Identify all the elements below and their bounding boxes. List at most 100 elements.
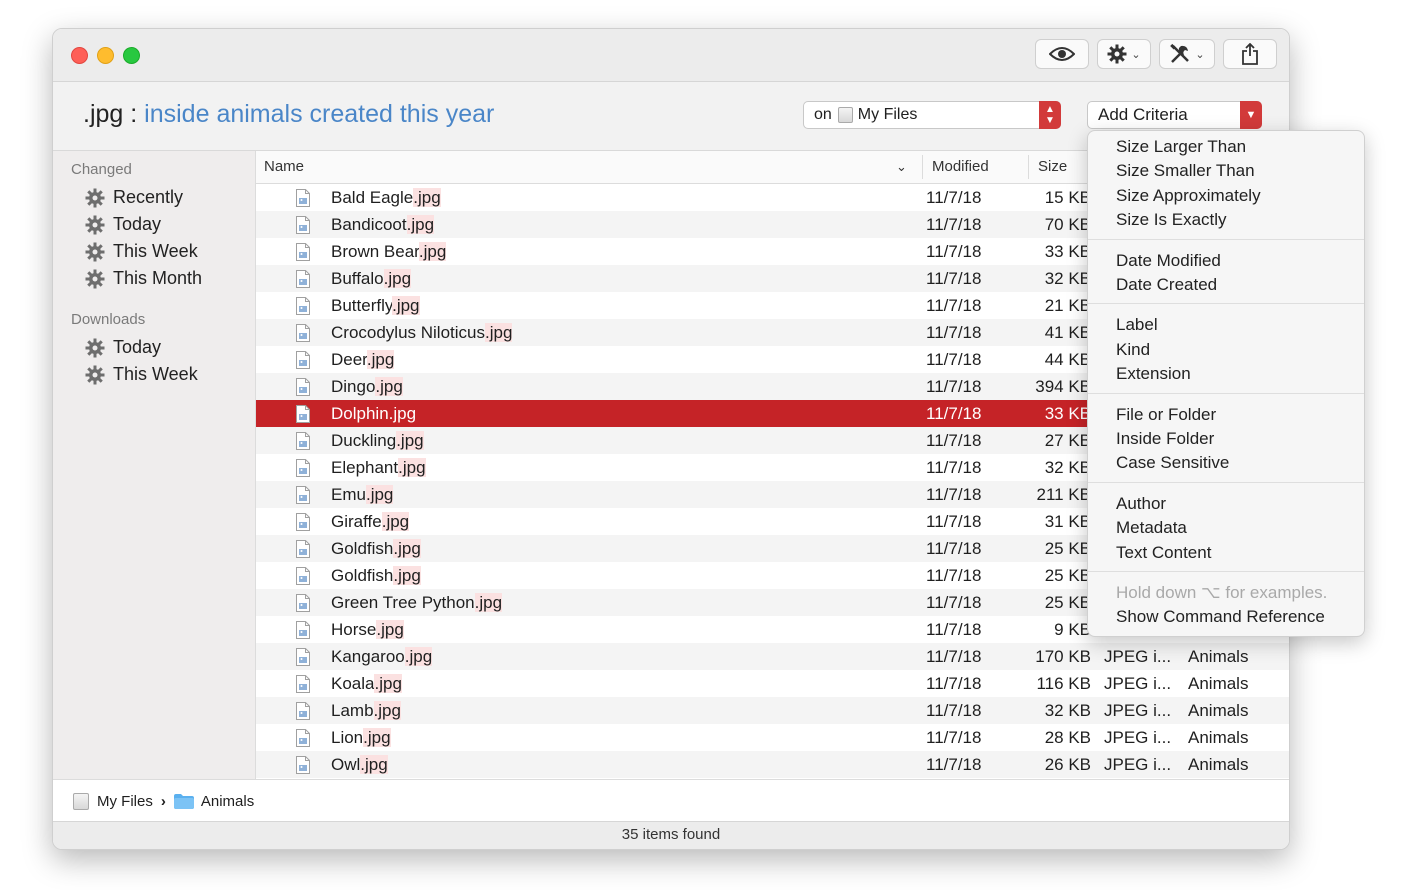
image-file-icon: [296, 756, 310, 774]
file-name-stem: Giraffe: [331, 512, 382, 531]
item-count: 35 items found: [621, 826, 721, 843]
folder-icon: [173, 793, 194, 809]
file-name-extension: .jpg: [388, 404, 417, 423]
file-kind: JPEG i...: [1104, 755, 1172, 774]
file-name-extension: .jpg: [392, 296, 420, 315]
share-button[interactable]: [1223, 39, 1277, 69]
file-name-extension: .jpg: [404, 647, 433, 666]
file-size: 170 KB: [1035, 647, 1091, 666]
sidebar-item-today[interactable]: Today: [85, 337, 161, 358]
file-name: Duckling.jpg: [331, 431, 424, 451]
file-modified: 11/7/18: [926, 269, 982, 288]
file-size: 25 KB: [1044, 593, 1091, 612]
menu-item-date-modified[interactable]: Date Modified: [1116, 251, 1221, 271]
sidebar-item-label: This Week: [113, 364, 198, 384]
menu-item-show-command-reference[interactable]: Show Command Reference: [1116, 607, 1325, 627]
file-kind: JPEG i...: [1104, 728, 1172, 747]
file-modified: 11/7/18: [926, 377, 982, 396]
file-size: 9 KB: [1054, 620, 1091, 639]
path-root[interactable]: My Files: [73, 792, 153, 810]
image-file-icon: [296, 567, 310, 585]
menu-item-text-content[interactable]: Text Content: [1116, 543, 1211, 563]
tools-menu-button[interactable]: ⌄: [1159, 39, 1215, 69]
image-file-icon: [296, 675, 310, 693]
file-where: Animals: [1188, 728, 1249, 747]
menu-item-size-is-exactly[interactable]: Size Is Exactly: [1116, 210, 1227, 230]
menu-item-date-created[interactable]: Date Created: [1116, 275, 1217, 295]
minimize-window-button[interactable]: [97, 47, 114, 64]
menu-item-metadata[interactable]: Metadata: [1116, 518, 1187, 538]
menu-item-case-sensitive[interactable]: Case Sensitive: [1116, 453, 1229, 473]
table-row[interactable]: Owl.jpg 11/7/18 26 KB JPEG i... Animals: [256, 751, 1289, 778]
column-modified[interactable]: Modified: [932, 158, 989, 175]
file-name-extension: .jpg: [366, 350, 395, 369]
sort-chevron-down-icon[interactable]: ⌄: [896, 159, 907, 175]
search-query[interactable]: .jpg : inside animals created this year: [83, 100, 494, 129]
path-root-label: My Files: [97, 792, 153, 810]
file-name: Goldfish.jpg: [331, 539, 421, 559]
add-criteria-menu: Size Larger Than Size Smaller Than Size Ap…: [1087, 130, 1365, 637]
file-name: Lamb.jpg: [331, 701, 401, 721]
file-name-extension: .jpg: [418, 242, 447, 261]
file-name: Horse.jpg: [331, 620, 404, 640]
menu-item-file-or-folder[interactable]: File or Folder: [1116, 405, 1216, 425]
search-scope-select[interactable]: on My Files ▲ ▼: [803, 101, 1061, 129]
zoom-window-button[interactable]: [123, 47, 140, 64]
menu-separator: [1088, 392, 1364, 394]
image-file-icon: [296, 378, 310, 396]
menu-item-extension[interactable]: Extension: [1116, 364, 1191, 384]
file-name-extension: .jpg: [374, 674, 402, 693]
file-name-extension: .jpg: [393, 539, 421, 558]
column-name[interactable]: Name: [264, 158, 304, 175]
menu-item-inside-folder[interactable]: Inside Folder: [1116, 429, 1214, 449]
menu-item-kind[interactable]: Kind: [1116, 340, 1150, 360]
column-size[interactable]: Size: [1038, 158, 1067, 175]
sidebar-item-this-month[interactable]: This Month: [85, 268, 202, 289]
file-modified: 11/7/18: [926, 350, 982, 369]
menu-separator: [1088, 238, 1364, 240]
menu-separator: [1088, 481, 1364, 483]
file-size: 41 KB: [1044, 323, 1091, 342]
file-name-stem: Goldfish: [331, 566, 394, 585]
add-criteria-select[interactable]: Add Criteria ▼: [1087, 101, 1262, 129]
file-size: 27 KB: [1044, 431, 1091, 450]
sidebar-item-recently[interactable]: Recently: [85, 187, 183, 208]
file-name-stem: Duckling: [331, 431, 397, 450]
close-window-button[interactable]: [71, 47, 88, 64]
image-file-icon: [296, 540, 310, 558]
image-file-icon: [296, 243, 310, 261]
file-name-stem: Bandicoot: [331, 215, 407, 234]
path-folder[interactable]: Animals: [173, 793, 254, 810]
chevron-down-icon: ▼: [1240, 101, 1262, 129]
action-menu-button[interactable]: ⌄: [1097, 39, 1151, 69]
file-size: 32 KB: [1044, 269, 1091, 288]
quicklook-button[interactable]: [1035, 39, 1089, 69]
sidebar-item-label: This Month: [113, 268, 203, 288]
tools-icon: [1170, 43, 1190, 63]
table-row[interactable]: Koala.jpg 11/7/18 116 KB JPEG i... Animals: [256, 670, 1289, 697]
file-modified: 11/7/18: [926, 674, 982, 693]
file-name: Goldfish.jpg: [331, 566, 421, 586]
eye-icon: [1049, 47, 1075, 61]
column-divider[interactable]: [922, 155, 923, 179]
status-bar: 35 items found: [53, 821, 1289, 849]
file-where: Animals: [1188, 701, 1249, 720]
menu-item-size-approximately[interactable]: Size Approximately: [1116, 186, 1261, 206]
table-row[interactable]: Kangaroo.jpg 11/7/18 170 KB JPEG i... Animal…: [256, 643, 1289, 670]
table-row[interactable]: Lion.jpg 11/7/18 28 KB JPEG i... Animals: [256, 724, 1289, 751]
file-name-extension: .jpg: [406, 215, 435, 234]
file-name: Deer.jpg: [331, 350, 395, 370]
menu-item-size-larger-than[interactable]: Size Larger Than: [1116, 137, 1246, 157]
menu-item-author[interactable]: Author: [1116, 494, 1166, 514]
file-modified: 11/7/18: [926, 728, 982, 747]
column-divider[interactable]: [1028, 155, 1029, 179]
file-name-extension: .jpg: [393, 566, 421, 585]
menu-item-size-smaller-than[interactable]: Size Smaller Than: [1116, 161, 1255, 181]
sidebar-item-this-week[interactable]: This Week: [85, 241, 198, 262]
sidebar-item-label: This Week: [113, 241, 198, 261]
sidebar-item-today[interactable]: Today: [85, 214, 161, 235]
file-size: 32 KB: [1044, 458, 1091, 477]
table-row[interactable]: Lamb.jpg 11/7/18 32 KB JPEG i... Animals: [256, 697, 1289, 724]
menu-item-label[interactable]: Label: [1116, 315, 1158, 335]
sidebar-item-this-week[interactable]: This Week: [85, 364, 198, 385]
